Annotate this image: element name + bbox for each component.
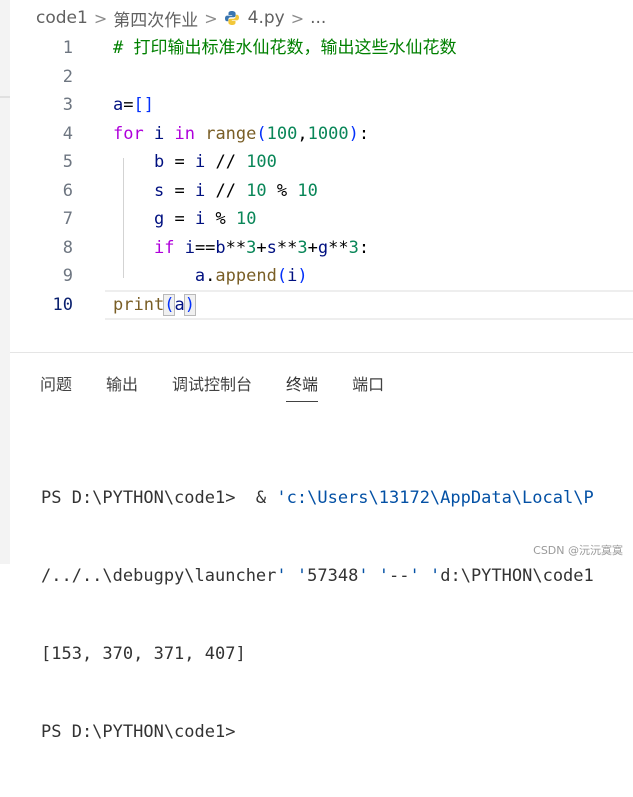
line-number: 5 (62, 152, 73, 172)
code-line: 9 a.append(i) (10, 262, 633, 290)
edge-divider (0, 96, 10, 98)
line-number: 1 (62, 38, 73, 58)
code-text: # 打印输出标准水仙花数，输出这些水仙花数 (113, 38, 457, 58)
tab-debug-console[interactable]: 调试控制台 (172, 371, 252, 402)
code-text: if i==b**3+s**3+g**3: (153, 238, 370, 258)
code-editor[interactable]: 1 # 打印输出标准水仙花数，输出这些水仙花数 2 3 a=[] 4 for i… (10, 34, 633, 324)
code-text: print(a) (113, 294, 196, 316)
line-number: 6 (62, 181, 73, 201)
code-line: 3 a=[] (10, 91, 633, 119)
terminal-prompt: PS D:\PYTHON\code1> (41, 722, 236, 742)
line-number: 4 (62, 124, 73, 144)
terminal-line: [153, 370, 371, 407] (41, 644, 246, 664)
line-number: 8 (62, 238, 73, 258)
breadcrumb-item-more[interactable]: ... (310, 8, 326, 28)
line-number: 7 (62, 209, 73, 229)
code-line: 8 if i==b**3+s**3+g**3: (10, 234, 633, 262)
line-number: 2 (62, 67, 73, 87)
breadcrumb-item-file[interactable]: 4.py (248, 8, 285, 28)
tab-terminal[interactable]: 终端 (286, 371, 319, 402)
chevron-right-icon: > (204, 8, 218, 28)
breadcrumb: code1 > 第四次作业 > 4.py > ... (36, 6, 326, 31)
chevron-right-icon: > (93, 8, 108, 28)
line-number-active: 10 (52, 295, 73, 315)
terminal-line: PS D:\PYTHON\code1> & 'c:\Users\13172\Ap… (41, 488, 594, 508)
code-text: a.append(i) (194, 266, 308, 286)
tab-ports[interactable]: 端口 (352, 371, 384, 402)
activity-edge (0, 0, 10, 564)
code-text: g = i % 10 (153, 209, 257, 229)
breadcrumb-item-folder[interactable]: code1 (36, 8, 88, 28)
code-line: 4 for i in range(100,1000): (10, 120, 633, 148)
code-text: a=[] (113, 95, 154, 115)
line-number: 9 (62, 266, 73, 286)
watermark: CSDN @沅沅寞寞 (533, 544, 623, 557)
chevron-right-icon: > (290, 8, 305, 28)
python-icon (224, 11, 239, 25)
code-line-active: 10 print(a) (10, 291, 633, 319)
code-text: for i in range(100,1000): (113, 124, 370, 144)
code-line: 6 s = i // 10 % 10 (10, 177, 633, 205)
code-text: b = i // 100 (153, 152, 277, 172)
code-line: 2 (10, 63, 633, 91)
bottom-panel: 问题 输出 调试控制台 终端 端口 PS D:\PYTHON\code1> & … (10, 352, 633, 742)
tab-output[interactable]: 输出 (106, 371, 138, 402)
terminal-output[interactable]: PS D:\PYTHON\code1> & 'c:\Users\13172\Ap… (41, 433, 594, 797)
tab-problems[interactable]: 问题 (40, 371, 72, 402)
code-line: 7 g = i % 10 (10, 205, 633, 233)
code-text: s = i // 10 % 10 (153, 181, 318, 201)
breadcrumb-item-subfolder[interactable]: 第四次作业 (113, 6, 198, 31)
terminal-line: /../..\debugpy\launcher' '57348' '--' 'd… (41, 566, 594, 586)
code-line: 5 b = i // 100 (10, 148, 633, 176)
code-line: 1 # 打印输出标准水仙花数，输出这些水仙花数 (10, 34, 633, 62)
panel-tabs: 问题 输出 调试控制台 终端 端口 (40, 371, 418, 402)
line-number: 3 (62, 95, 73, 115)
